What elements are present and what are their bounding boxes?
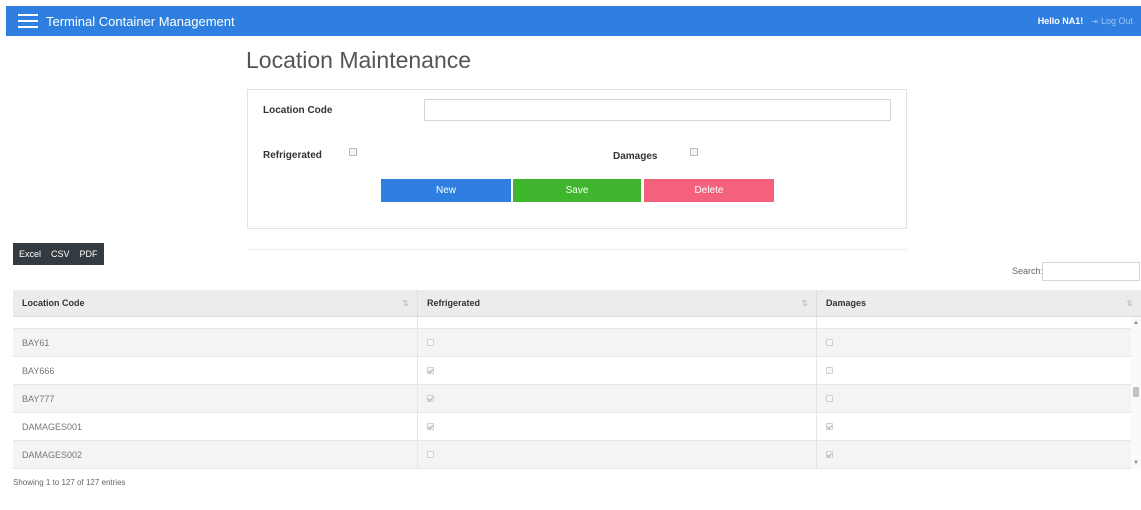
table-info: Showing 1 to 127 of 127 entries (13, 478, 126, 487)
table-rows: BAY61 BAY666 BAY777 DAMAGES001 DAMAGES002 (13, 329, 1141, 469)
table-row[interactable]: DAMAGES002 (13, 441, 1141, 469)
column-header-refrigerated[interactable]: Refrigerated ⇅ (418, 290, 817, 316)
search-input[interactable] (1042, 262, 1140, 281)
damages-checkbox[interactable] (690, 148, 698, 156)
column-header-label: Refrigerated (427, 298, 481, 308)
damages-checkbox (826, 451, 833, 458)
refrigerated-cell (418, 329, 817, 356)
refrigerated-checkbox (427, 367, 434, 374)
damages-checkbox (826, 395, 833, 402)
scroll-thumb[interactable] (1133, 387, 1139, 397)
refrigerated-checkbox (427, 395, 434, 402)
scroll-down-icon[interactable]: ▼ (1133, 460, 1139, 466)
refrigerated-checkbox (427, 451, 434, 458)
export-excel-button[interactable]: Excel (19, 249, 41, 259)
table-row[interactable]: DAMAGES001 (13, 413, 1141, 441)
location-code-cell: DAMAGES001 (13, 413, 418, 440)
menu-icon[interactable] (18, 14, 38, 28)
sort-icon: ⇅ (801, 298, 808, 308)
user-greeting: Hello NA1! (1037, 16, 1084, 26)
export-pdf-button[interactable]: PDF (80, 249, 98, 259)
logout-label: Log Out (1100, 16, 1133, 26)
locations-table: Location Code ⇅ Refrigerated ⇅ Damages ⇅… (13, 290, 1141, 469)
damages-checkbox (826, 423, 833, 430)
refrigerated-checkbox (427, 423, 434, 430)
column-header-damages[interactable]: Damages ⇅ (817, 290, 1141, 316)
location-code-input[interactable] (424, 99, 891, 121)
damages-cell (817, 441, 1141, 468)
damages-cell (817, 413, 1141, 440)
damages-cell (817, 329, 1141, 356)
damages-cell (817, 357, 1141, 384)
table-row[interactable]: BAY666 (13, 357, 1141, 385)
column-header-label: Location Code (22, 298, 85, 308)
search-label: Search: (1012, 266, 1044, 276)
table-cell (13, 317, 418, 328)
damages-label: Damages (613, 151, 658, 162)
table-scrollbar[interactable]: ▲ ▼ (1131, 317, 1141, 469)
refrigerated-cell (418, 385, 817, 412)
app-title[interactable]: Terminal Container Management (46, 14, 235, 29)
location-code-cell: DAMAGES002 (13, 441, 418, 468)
refrigerated-cell (418, 413, 817, 440)
location-code-cell: BAY61 (13, 329, 418, 356)
damages-checkbox (826, 339, 833, 346)
table-body: BAY61 BAY666 BAY777 DAMAGES001 DAMAGES002 (13, 317, 1141, 469)
refrigerated-cell (418, 441, 817, 468)
damages-cell (817, 385, 1141, 412)
location-code-cell: BAY666 (13, 357, 418, 384)
column-header-location-code[interactable]: Location Code ⇅ (13, 290, 418, 316)
table-row-partial (13, 317, 1141, 329)
scroll-up-icon[interactable]: ▲ (1133, 320, 1139, 326)
refrigerated-label: Refrigerated (263, 150, 322, 161)
location-code-label: Location Code (263, 105, 333, 116)
page-title: Location Maintenance (246, 47, 472, 73)
top-navbar: Terminal Container Management Hello NA1!… (6, 6, 1141, 36)
section-divider (247, 249, 907, 250)
new-button[interactable]: New (381, 179, 511, 202)
delete-button[interactable]: Delete (644, 179, 774, 202)
table-cell (418, 317, 817, 328)
location-code-cell: BAY777 (13, 385, 418, 412)
refrigerated-checkbox (427, 339, 434, 346)
export-csv-button[interactable]: CSV (51, 249, 70, 259)
logout-link[interactable]: ⇥ Log Out (1091, 16, 1133, 26)
table-row[interactable]: BAY777 (13, 385, 1141, 413)
export-buttons: Excel CSV PDF (13, 243, 104, 265)
table-row[interactable]: BAY61 (13, 329, 1141, 357)
user-area: Hello NA1! ⇥ Log Out (1038, 6, 1133, 36)
sort-icon: ⇅ (1126, 298, 1133, 308)
column-header-label: Damages (826, 298, 867, 308)
location-form: Location Code Refrigerated Damages New S… (247, 89, 907, 229)
damages-checkbox (826, 367, 833, 374)
sort-icon: ⇅ (402, 298, 409, 308)
table-header: Location Code ⇅ Refrigerated ⇅ Damages ⇅ (13, 290, 1141, 317)
refrigerated-cell (418, 357, 817, 384)
save-button[interactable]: Save (513, 179, 641, 202)
logout-icon: ⇥ (1091, 16, 1098, 26)
refrigerated-checkbox[interactable] (349, 148, 357, 156)
table-cell (817, 317, 1141, 328)
